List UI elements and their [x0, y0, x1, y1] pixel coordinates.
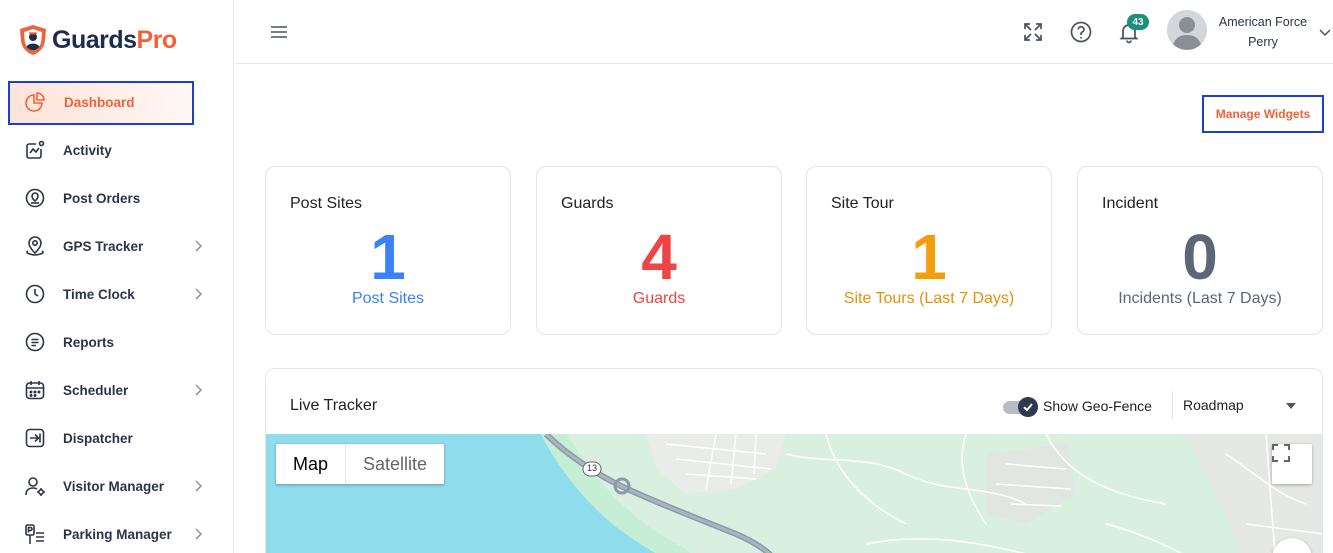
sidebar-item-label: Dashboard — [64, 94, 135, 110]
sidebar-item-post-orders[interactable]: Post Orders — [0, 174, 234, 222]
checkmark-icon — [1018, 397, 1038, 417]
card-subtitle: Site Tours (Last 7 Days) — [843, 290, 1015, 307]
sidebar-item-label: Activity — [63, 142, 112, 158]
help-icon[interactable] — [1069, 20, 1093, 44]
visitor-icon — [22, 473, 48, 499]
parking-icon — [22, 521, 48, 547]
card-title: Guards — [561, 195, 614, 212]
sidebar-item-label: Scheduler — [63, 382, 129, 398]
chevron-right-icon — [195, 240, 203, 252]
avatar[interactable] — [1167, 10, 1207, 50]
chevron-down-icon[interactable] — [1318, 25, 1332, 39]
card-value: 1 — [911, 221, 947, 293]
map-pin-icon — [22, 233, 48, 259]
sidebar-item-dashboard[interactable]: Dashboard — [0, 78, 234, 126]
geofence-label: Show Geo-Fence — [1043, 398, 1152, 414]
sidebar-item-gps-tracker[interactable]: GPS Tracker — [0, 222, 234, 270]
map-view[interactable]: 13 Map Satellite — [266, 434, 1322, 553]
sidebar-item-label: Visitor Manager — [63, 478, 165, 494]
sidebar-item-label: Dispatcher — [63, 430, 133, 446]
brand-name: GuardsPro — [52, 25, 177, 54]
caret-down-icon[interactable] — [1286, 402, 1296, 410]
chevron-right-icon — [195, 528, 203, 540]
chevron-right-icon — [195, 288, 203, 300]
report-icon — [22, 329, 48, 355]
sidebar-nav: Dashboard Activity Post Orders GPS Track… — [0, 78, 234, 553]
card-title: Incident — [1102, 195, 1159, 212]
geofence-toggle[interactable] — [1003, 397, 1039, 417]
route-number: 13 — [586, 463, 597, 473]
sidebar-item-reports[interactable]: Reports — [0, 318, 234, 366]
fullscreen-icon — [1272, 444, 1290, 462]
map-type-control: Map Satellite — [276, 444, 445, 484]
map-type-map-button[interactable]: Map — [276, 444, 345, 484]
sidebar: GuardsPro Dashboard Activity Post Orders… — [0, 0, 234, 553]
topbar: 43 American Force Perry — [235, 0, 1333, 64]
live-tracker-title: Live Tracker — [290, 397, 378, 414]
clock-icon — [22, 281, 48, 307]
live-tracker-panel: Live Tracker Show Geo-Fence Roadmap 13 M… — [265, 368, 1323, 553]
guards-card[interactable]: Guards 4 Guards — [536, 166, 782, 335]
card-value: 1 — [370, 221, 406, 293]
site-tour-card[interactable]: Site Tour 1 Site Tours (Last 7 Days) — [806, 166, 1052, 335]
sidebar-item-activity[interactable]: Activity — [0, 126, 234, 174]
card-subtitle: Post Sites — [351, 290, 425, 307]
card-value: 0 — [1182, 221, 1218, 293]
sidebar-item-parking-manager[interactable]: Parking Manager — [0, 510, 234, 553]
sidebar-item-visitor-manager[interactable]: Visitor Manager — [0, 462, 234, 510]
sidebar-item-label: Time Clock — [63, 286, 135, 302]
chevron-right-icon — [195, 384, 203, 396]
card-subtitle: Guards — [632, 290, 686, 307]
card-value: 4 — [641, 221, 677, 293]
incident-card[interactable]: Incident 0 Incidents (Last 7 Days) — [1077, 166, 1323, 335]
map-style-select[interactable]: Roadmap — [1183, 397, 1244, 413]
map-type-satellite-button[interactable]: Satellite — [345, 444, 444, 484]
map-fullscreen-button[interactable] — [1272, 444, 1312, 484]
fullscreen-expand-icon[interactable] — [1021, 20, 1045, 44]
card-subtitle: Incidents (Last 7 Days) — [1118, 290, 1282, 307]
brand-logo[interactable]: GuardsPro — [18, 24, 177, 56]
card-title: Site Tour — [831, 195, 894, 212]
calendar-icon — [22, 377, 48, 403]
notification-badge: 43 — [1127, 14, 1149, 30]
user-name-line1: American Force — [1218, 15, 1308, 29]
activity-icon — [22, 137, 48, 163]
sidebar-item-scheduler[interactable]: Scheduler — [0, 366, 234, 414]
sidebar-item-label: Reports — [63, 334, 115, 350]
sidebar-item-dispatcher[interactable]: Dispatcher — [0, 414, 234, 462]
sidebar-item-time-clock[interactable]: Time Clock — [0, 270, 234, 318]
post-orders-icon — [22, 185, 48, 211]
sidebar-item-label: GPS Tracker — [63, 238, 144, 254]
user-name[interactable]: American Force Perry — [1213, 12, 1313, 52]
chevron-right-icon — [195, 480, 203, 492]
guard-shield-icon — [20, 25, 46, 55]
sidebar-item-label: Parking Manager — [63, 526, 172, 542]
user-name-line2: Perry — [1248, 35, 1278, 49]
dispatch-icon — [22, 425, 48, 451]
sidebar-item-label: Post Orders — [63, 190, 141, 206]
post-sites-card[interactable]: Post Sites 1 Post Sites — [265, 166, 511, 335]
user-silhouette-icon — [1167, 10, 1207, 50]
divider — [1172, 391, 1173, 419]
hamburger-menu-icon[interactable] — [269, 22, 289, 42]
card-title: Post Sites — [290, 195, 363, 212]
manage-widgets-button[interactable]: Manage Widgets — [1202, 95, 1324, 133]
pie-chart-icon — [22, 89, 48, 115]
